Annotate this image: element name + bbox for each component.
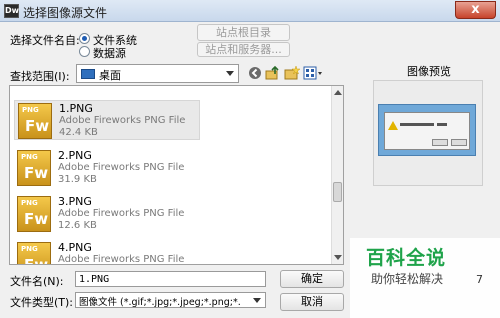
filename-label: 文件名(N): [10,275,64,288]
radio-data-source-label[interactable]: 数据源 [93,45,126,61]
file-name: 1.PNG [59,102,93,115]
window-title: 选择图像源文件 [23,6,108,20]
radio-file-system[interactable] [79,33,90,44]
filetype-label: 文件类型(T): [10,296,74,309]
file-list-scrollbar[interactable] [331,86,343,264]
sites-servers-button[interactable]: 站点和服务器... [197,42,290,57]
chevron-down-icon [226,71,234,76]
file-size: 12.6 KB [58,220,97,231]
fireworks-file-icon: PNG Fw [18,103,52,139]
fireworks-file-icon: PNG Fw [17,196,51,232]
list-item[interactable]: PNG Fw 4.PNG Adobe Fireworks PNG File [14,240,200,265]
preview-text-line [437,123,447,126]
list-item[interactable]: PNG Fw 3.PNG Adobe Fireworks PNG File 12… [14,194,200,234]
desktop-icon [81,69,95,79]
lookin-value: 桌面 [99,69,121,82]
view-menu-icon[interactable] [303,66,325,80]
file-type: Adobe Fireworks PNG File [58,254,185,265]
ok-button[interactable]: 确定 [280,270,344,288]
file-type: Adobe Fireworks PNG File [59,115,186,126]
radio-data-source[interactable] [79,46,90,57]
filename-input[interactable]: 1.PNG [75,271,266,287]
file-type: Adobe Fireworks PNG File [58,162,185,173]
site-root-button[interactable]: 站点根目录 [197,24,290,41]
new-folder-icon[interactable] [284,65,300,81]
preview-button [432,139,448,146]
list-item[interactable]: PNG Fw 1.PNG Adobe Fireworks PNG File 42… [14,100,200,140]
title-bar: Dw 选择图像源文件 x [0,0,500,22]
warning-icon [388,121,398,130]
file-name: 3.PNG [58,195,92,208]
file-name: 2.PNG [58,149,92,162]
scroll-up-arrow-icon[interactable] [334,90,342,95]
fireworks-file-icon: PNG Fw [17,242,51,264]
select-from-label: 选择文件名自: [10,34,80,47]
file-type: Adobe Fireworks PNG File [58,208,185,219]
preview-text-line [400,123,434,126]
fireworks-file-icon: PNG Fw [17,150,51,186]
list-item[interactable]: PNG Fw 2.PNG Adobe Fireworks PNG File 31… [14,148,200,188]
lookin-label: 查找范围(I): [10,70,70,83]
file-size: 31.9 KB [58,174,97,185]
preview-title: 图像预览 [407,65,451,78]
preview-button [451,139,467,146]
file-list[interactable]: PNG Fw 1.PNG Adobe Fireworks PNG File 42… [9,85,344,265]
back-icon[interactable] [248,66,262,80]
watermark-number: 7 [476,273,483,286]
close-button[interactable]: x [455,1,496,19]
file-size: 42.4 KB [59,127,98,138]
filetype-select[interactable]: 图像文件 (*.gif;*.jpg;*.jpeg;*.png;*. [75,292,266,308]
scroll-thumb[interactable] [333,182,342,202]
watermark-subtitle: 助你轻松解决 [371,272,444,286]
up-folder-icon[interactable] [265,65,280,81]
chevron-down-icon [253,298,261,303]
scroll-down-arrow-icon[interactable] [334,255,342,260]
lookin-combo[interactable]: 桌面 [76,64,239,83]
app-icon: Dw [4,4,19,18]
cancel-button[interactable]: 取消 [280,293,344,311]
watermark-title: 百科全说 [366,247,447,269]
filetype-value: 图像文件 (*.gif;*.jpg;*.jpeg;*.png;*. [79,297,241,308]
file-name: 4.PNG [58,241,92,254]
